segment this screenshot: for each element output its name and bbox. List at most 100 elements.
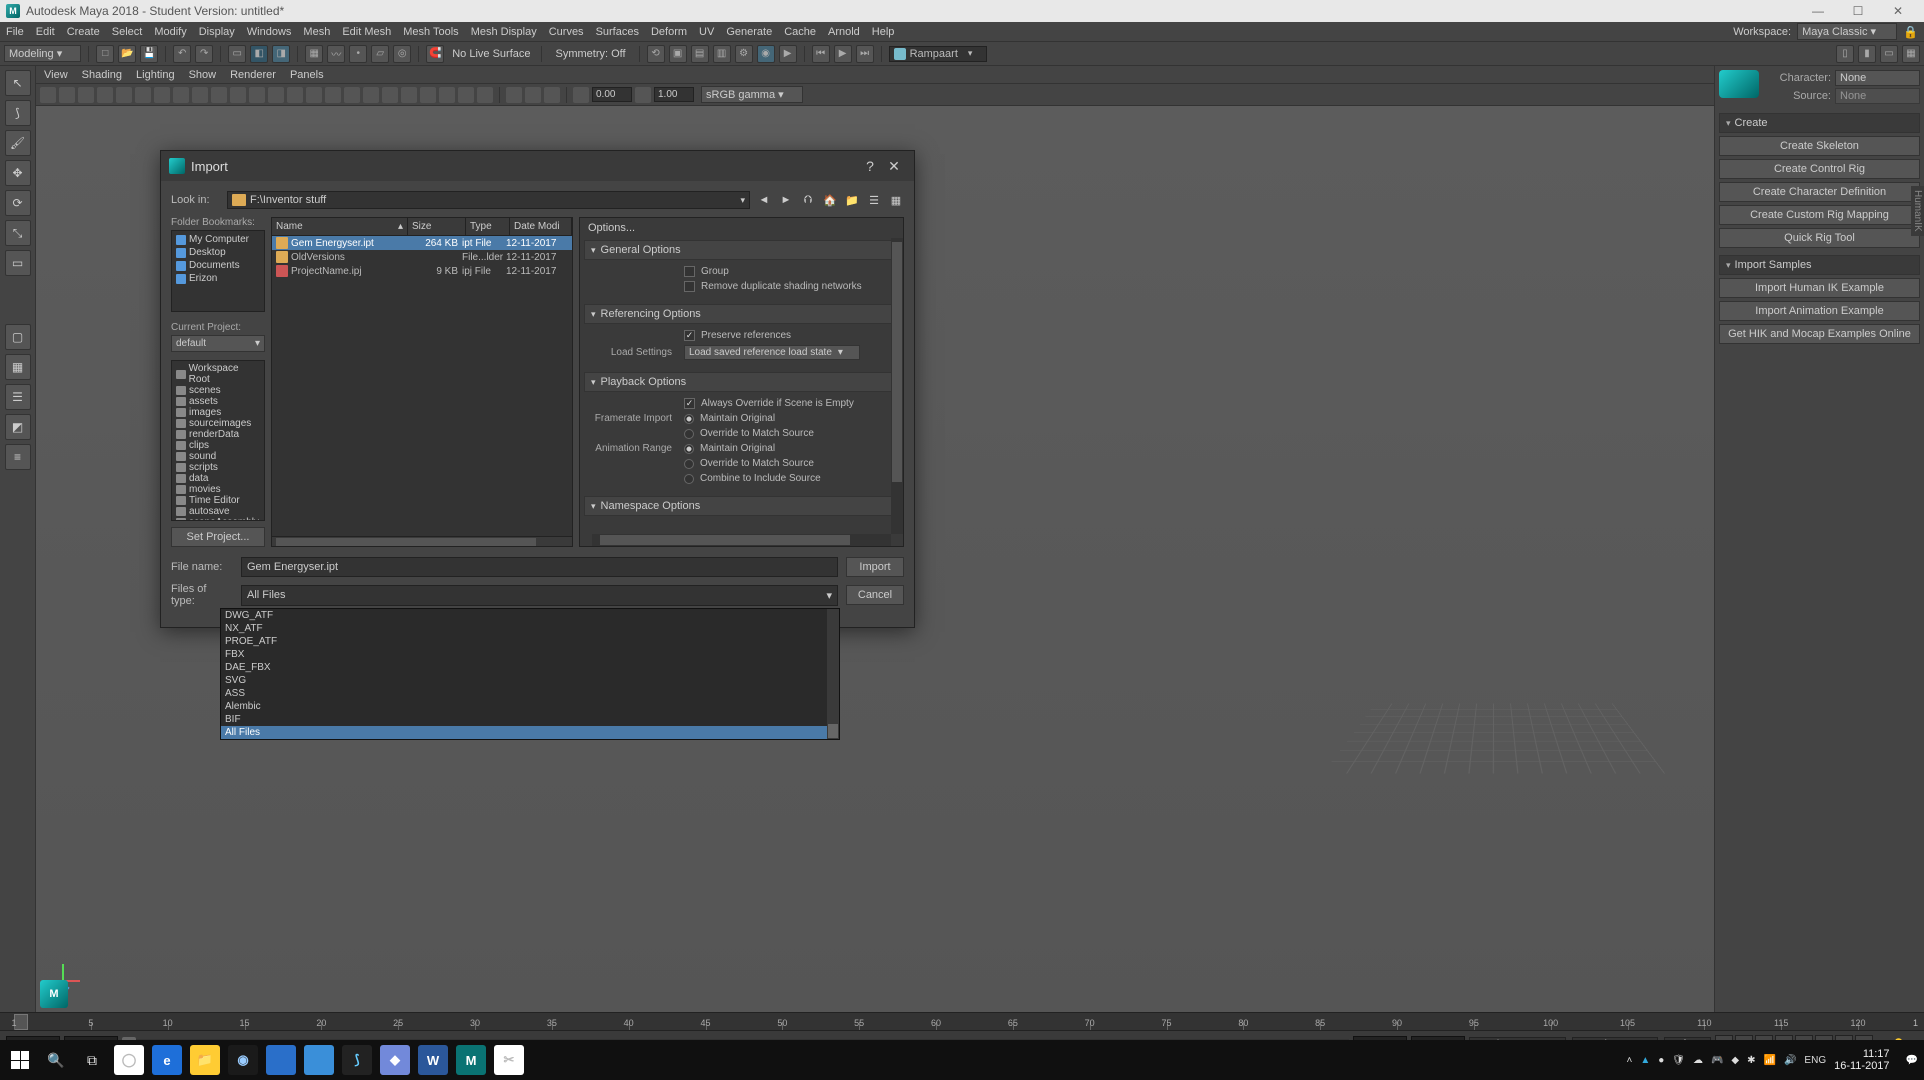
bookmark-item[interactable]: My Computer — [174, 233, 262, 246]
nav-home-icon[interactable]: 🏠 — [822, 192, 838, 208]
exposure-icon[interactable] — [573, 87, 589, 103]
explorer-icon[interactable]: 📁 — [190, 1045, 220, 1075]
batch-render-icon[interactable]: ▶ — [779, 45, 797, 63]
render-icon[interactable]: ▣ — [669, 45, 687, 63]
animrange-maintain-radio[interactable] — [684, 444, 694, 454]
maya-taskbar-icon[interactable]: M — [456, 1045, 486, 1075]
vp-menu-panels[interactable]: Panels — [290, 69, 324, 81]
tray-wifi-icon[interactable]: 📶 — [1764, 1055, 1776, 1066]
current-project-select[interactable]: default▾ — [171, 335, 265, 352]
file-row[interactable]: Gem Energyser.ipt 264 KB ipt File 12-11-… — [272, 236, 572, 250]
symmetry-label[interactable]: Symmetry: Off — [549, 48, 631, 60]
menu-generate[interactable]: Generate — [726, 26, 772, 38]
remove-dup-checkbox[interactable] — [684, 281, 695, 292]
filetype-option[interactable]: FBX — [221, 648, 839, 661]
taskview-icon[interactable]: ⧉ — [78, 1046, 106, 1074]
tray-icon[interactable]: ☁ — [1693, 1055, 1703, 1066]
vp-icon[interactable] — [325, 87, 341, 103]
bookmark-item[interactable]: Erizon — [174, 272, 262, 285]
menu-help[interactable]: Help — [872, 26, 895, 38]
col-type[interactable]: Type — [466, 218, 510, 235]
vp-icon[interactable] — [382, 87, 398, 103]
vp-icon[interactable] — [154, 87, 170, 103]
vp-icon[interactable] — [249, 87, 265, 103]
discord-icon[interactable]: ◆ — [380, 1045, 410, 1075]
quick-rig-button[interactable]: Quick Rig Tool — [1719, 228, 1920, 248]
filetype-option[interactable]: Alembic — [221, 700, 839, 713]
move-tool-icon[interactable]: ✥ — [5, 160, 31, 186]
vp-menu-shading[interactable]: Shading — [82, 69, 122, 81]
tray-icon[interactable]: ● — [1658, 1055, 1664, 1066]
nav-thumb-icon[interactable]: ▦ — [888, 192, 904, 208]
vp-icon[interactable] — [192, 87, 208, 103]
word-icon[interactable]: W — [418, 1045, 448, 1075]
animrange-combine-radio[interactable] — [684, 474, 694, 484]
vp-icon[interactable] — [439, 87, 455, 103]
import-hik-example-button[interactable]: Import Human IK Example — [1719, 278, 1920, 298]
ws-node[interactable]: clips — [174, 440, 262, 451]
hypershade-icon[interactable]: ≡ — [5, 444, 31, 470]
select-tool-icon[interactable]: ↖ — [5, 70, 31, 96]
app-icon[interactable] — [304, 1045, 334, 1075]
gamma-icon[interactable] — [635, 87, 651, 103]
ipr-icon[interactable]: ▤ — [691, 45, 709, 63]
vp-icon[interactable] — [97, 87, 113, 103]
ws-node[interactable]: scripts — [174, 462, 262, 473]
ws-node[interactable]: Workspace Root — [174, 363, 262, 385]
render-globals-icon[interactable]: ◉ — [757, 45, 775, 63]
vp-icon[interactable] — [268, 87, 284, 103]
rotate-tool-icon[interactable]: ⟳ — [5, 190, 31, 216]
paint-select-icon[interactable]: 🖌 — [5, 130, 31, 156]
vp-icon[interactable] — [78, 87, 94, 103]
override-empty-checkbox[interactable] — [684, 398, 695, 409]
vp-icon[interactable] — [306, 87, 322, 103]
create-skeleton-button[interactable]: Create Skeleton — [1719, 136, 1920, 156]
group-checkbox[interactable] — [684, 266, 695, 277]
menu-display[interactable]: Display — [199, 26, 235, 38]
vp-menu-view[interactable]: View — [44, 69, 68, 81]
start-button[interactable] — [6, 1046, 34, 1074]
menuset-select[interactable]: Modeling ▾ — [4, 45, 81, 62]
framerate-maintain-radio[interactable] — [684, 414, 694, 424]
snap-point-icon[interactable]: • — [349, 45, 367, 63]
playback-options-header[interactable]: Playback Options — [584, 372, 893, 392]
layout-4-icon[interactable]: ▦ — [1902, 45, 1920, 63]
filetype-option[interactable]: DAE_FBX — [221, 661, 839, 674]
col-size[interactable]: Size — [408, 218, 466, 235]
time-ruler[interactable]: 1 15101520253035404550556065707580859095… — [0, 1013, 1924, 1031]
object-mode-icon[interactable]: ◧ — [250, 45, 268, 63]
edge-icon[interactable]: e — [152, 1045, 182, 1075]
ws-node[interactable]: scenes — [174, 385, 262, 396]
dialog-help-button[interactable]: ? — [858, 158, 882, 174]
nav-back-icon[interactable]: ◄ — [756, 192, 772, 208]
file-list-hscroll[interactable] — [272, 536, 572, 546]
filetype-option[interactable]: PROE_ATF — [221, 635, 839, 648]
exposure-field[interactable]: 0.00 — [592, 87, 632, 102]
bookmark-item[interactable]: Documents — [174, 259, 262, 272]
nav-fwd-icon[interactable]: ► — [778, 192, 794, 208]
ws-node[interactable]: data — [174, 473, 262, 484]
menu-mesh[interactable]: Mesh — [303, 26, 330, 38]
lock-icon[interactable]: 🔒 — [1903, 25, 1918, 39]
menu-modify[interactable]: Modify — [154, 26, 186, 38]
set-project-button[interactable]: Set Project... — [171, 527, 265, 547]
tray-autodesk-icon[interactable]: ▲ — [1640, 1055, 1650, 1066]
referencing-options-header[interactable]: Referencing Options — [584, 304, 893, 324]
preserve-refs-checkbox[interactable] — [684, 330, 695, 341]
vp-icon[interactable] — [59, 87, 75, 103]
menu-deform[interactable]: Deform — [651, 26, 687, 38]
menu-editmesh[interactable]: Edit Mesh — [342, 26, 391, 38]
menu-file[interactable]: File — [6, 26, 24, 38]
renderview-icon[interactable]: ▥ — [713, 45, 731, 63]
filetype-option[interactable]: All Files — [221, 726, 839, 739]
menu-select[interactable]: Select — [112, 26, 143, 38]
last-tool-icon[interactable]: ▭ — [5, 250, 31, 276]
tray-icon[interactable]: ✱ — [1747, 1055, 1755, 1066]
new-scene-icon[interactable]: □ — [96, 45, 114, 63]
dropdown-scrollbar[interactable] — [827, 609, 839, 739]
vp-icon[interactable] — [211, 87, 227, 103]
snap-live-icon[interactable]: ◎ — [393, 45, 411, 63]
vp-icon[interactable] — [420, 87, 436, 103]
ws-node[interactable]: sound — [174, 451, 262, 462]
lasso-tool-icon[interactable]: ⟆ — [5, 100, 31, 126]
